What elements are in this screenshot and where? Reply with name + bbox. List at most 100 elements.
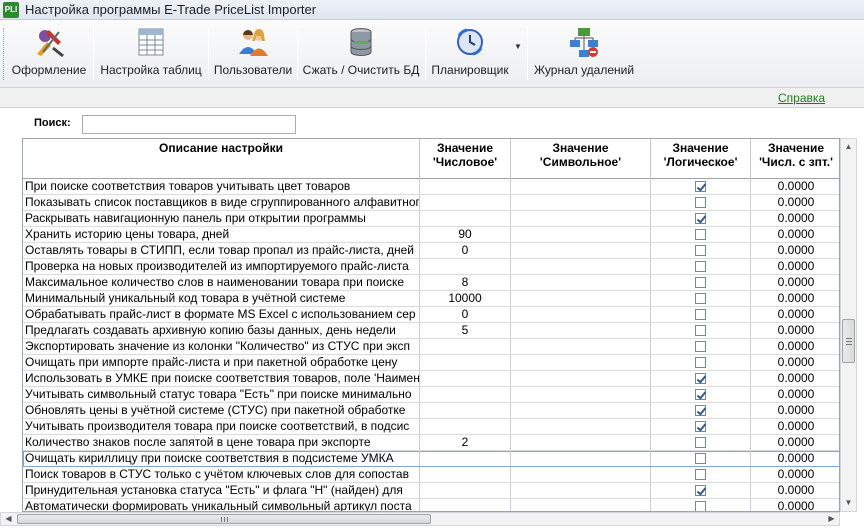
symbolic-value[interactable] xyxy=(511,419,651,434)
table-row[interactable]: Оставлять товары в СТИПП, если товар про… xyxy=(23,243,839,259)
symbolic-value[interactable] xyxy=(511,339,651,354)
float-value[interactable]: 0.0000 xyxy=(751,307,839,322)
logical-value[interactable] xyxy=(651,419,751,434)
symbolic-value[interactable] xyxy=(511,307,651,322)
symbolic-value[interactable] xyxy=(511,387,651,402)
symbolic-value[interactable] xyxy=(511,259,651,274)
float-value[interactable]: 0.0000 xyxy=(751,419,839,434)
logical-checkbox[interactable] xyxy=(695,309,706,320)
table-row[interactable]: Обновлять цены в учётной системе (СТУС) … xyxy=(23,403,839,419)
float-value[interactable]: 0.0000 xyxy=(751,339,839,354)
numeric-value[interactable] xyxy=(420,499,511,511)
table-row[interactable]: Минимальный уникальный код товара в учёт… xyxy=(23,291,839,307)
symbolic-value[interactable] xyxy=(511,291,651,306)
numeric-value[interactable]: 90 xyxy=(420,227,511,242)
column-header-symbolic[interactable]: Значение 'Символьное' xyxy=(511,139,651,179)
logical-value[interactable] xyxy=(651,467,751,482)
numeric-value[interactable] xyxy=(420,419,511,434)
logical-value[interactable] xyxy=(651,435,751,450)
numeric-value[interactable] xyxy=(420,403,511,418)
table-row[interactable]: Максимальное количество слов в наименова… xyxy=(23,275,839,291)
logical-value[interactable] xyxy=(651,339,751,354)
numeric-value[interactable]: 0 xyxy=(420,243,511,258)
vertical-scrollbar[interactable]: ▲ ▼ xyxy=(840,138,857,512)
numeric-value[interactable]: 10000 xyxy=(420,291,511,306)
logical-value[interactable] xyxy=(651,291,751,306)
symbolic-value[interactable] xyxy=(511,403,651,418)
float-value[interactable]: 0.0000 xyxy=(751,243,839,258)
logical-checkbox[interactable] xyxy=(695,245,706,256)
logical-checkbox[interactable] xyxy=(695,421,706,432)
table-row[interactable]: При поиске соответствия товаров учитыват… xyxy=(23,179,839,195)
horizontal-scroll-thumb[interactable] xyxy=(17,514,431,524)
float-value[interactable]: 0.0000 xyxy=(751,387,839,402)
table-row[interactable]: Принудительная установка статуса "Есть" … xyxy=(23,483,839,499)
numeric-value[interactable]: 8 xyxy=(420,275,511,290)
float-value[interactable]: 0.0000 xyxy=(751,195,839,210)
float-value[interactable]: 0.0000 xyxy=(751,499,839,511)
numeric-value[interactable] xyxy=(420,371,511,386)
logical-checkbox[interactable] xyxy=(695,437,706,448)
table-row[interactable]: Использовать в УМКЕ при поиске соответст… xyxy=(23,371,839,387)
table-row[interactable]: Хранить историю цены товара, дней 90 0.000… xyxy=(23,227,839,243)
logical-checkbox[interactable] xyxy=(695,485,706,496)
logical-value[interactable] xyxy=(651,323,751,338)
logical-value[interactable] xyxy=(651,243,751,258)
symbolic-value[interactable] xyxy=(511,227,651,242)
float-value[interactable]: 0.0000 xyxy=(751,451,839,466)
table-settings-button[interactable]: Настройка таблиц xyxy=(100,24,202,84)
logical-checkbox[interactable] xyxy=(695,341,706,352)
scroll-right-arrow-icon[interactable]: ▶ xyxy=(824,513,839,525)
float-value[interactable]: 0.0000 xyxy=(751,403,839,418)
logical-checkbox[interactable] xyxy=(695,261,706,272)
table-row[interactable]: Проверка на новых производителей из импо… xyxy=(23,259,839,275)
symbolic-value[interactable] xyxy=(511,195,651,210)
numeric-value[interactable] xyxy=(420,483,511,498)
float-value[interactable]: 0.0000 xyxy=(751,291,839,306)
logical-checkbox[interactable] xyxy=(695,229,706,240)
logical-checkbox[interactable] xyxy=(695,213,706,224)
table-row[interactable]: Обрабатывать прайс-лист в формате MS Exc… xyxy=(23,307,839,323)
numeric-value[interactable] xyxy=(420,467,511,482)
table-row[interactable]: Учитывать производителя товара при поиск… xyxy=(23,419,839,435)
logical-value[interactable] xyxy=(651,483,751,498)
symbolic-value[interactable] xyxy=(511,179,651,194)
logical-checkbox[interactable] xyxy=(695,469,706,480)
table-row[interactable]: Предлагать создавать архивную копию базы… xyxy=(23,323,839,339)
symbolic-value[interactable] xyxy=(511,275,651,290)
logical-checkbox[interactable] xyxy=(695,277,706,288)
logical-value[interactable] xyxy=(651,259,751,274)
float-value[interactable]: 0.0000 xyxy=(751,227,839,242)
float-value[interactable]: 0.0000 xyxy=(751,179,839,194)
scroll-up-arrow-icon[interactable]: ▲ xyxy=(841,139,856,155)
vertical-scroll-thumb[interactable] xyxy=(842,319,855,363)
scheduler-button[interactable]: Планировщик xyxy=(430,24,510,84)
symbolic-value[interactable] xyxy=(511,211,651,226)
compact-database-button[interactable]: Сжать / Очистить БД xyxy=(303,24,419,84)
table-row[interactable]: Показывать список поставщиков в виде сгр… xyxy=(23,195,839,211)
table-row[interactable]: Экспортировать значение из колонки "Коли… xyxy=(23,339,839,355)
numeric-value[interactable]: 5 xyxy=(420,323,511,338)
logical-checkbox[interactable] xyxy=(695,325,706,336)
column-header-numeric[interactable]: Значение 'Числовое' xyxy=(420,139,511,179)
symbolic-value[interactable] xyxy=(511,323,651,338)
logical-value[interactable] xyxy=(651,227,751,242)
numeric-value[interactable] xyxy=(420,179,511,194)
logical-value[interactable] xyxy=(651,179,751,194)
scroll-down-arrow-icon[interactable]: ▼ xyxy=(841,495,856,511)
float-value[interactable]: 0.0000 xyxy=(751,467,839,482)
logical-value[interactable] xyxy=(651,195,751,210)
column-header-description[interactable]: Описание настройки xyxy=(23,139,420,179)
logical-checkbox[interactable] xyxy=(695,405,706,416)
numeric-value[interactable] xyxy=(420,451,511,466)
logical-checkbox[interactable] xyxy=(695,373,706,384)
symbolic-value[interactable] xyxy=(511,243,651,258)
float-value[interactable]: 0.0000 xyxy=(751,435,839,450)
logical-value[interactable] xyxy=(651,307,751,322)
table-row[interactable]: Очищать при импорте прайс-листа и при па… xyxy=(23,355,839,371)
logical-value[interactable] xyxy=(651,387,751,402)
table-row[interactable]: Очищать кириллицу при поиске соответстви… xyxy=(23,451,839,467)
users-button[interactable]: Пользователи xyxy=(214,24,292,84)
horizontal-scrollbar[interactable]: ◀ ▶ xyxy=(0,512,840,526)
help-link[interactable]: Справка xyxy=(778,91,825,105)
